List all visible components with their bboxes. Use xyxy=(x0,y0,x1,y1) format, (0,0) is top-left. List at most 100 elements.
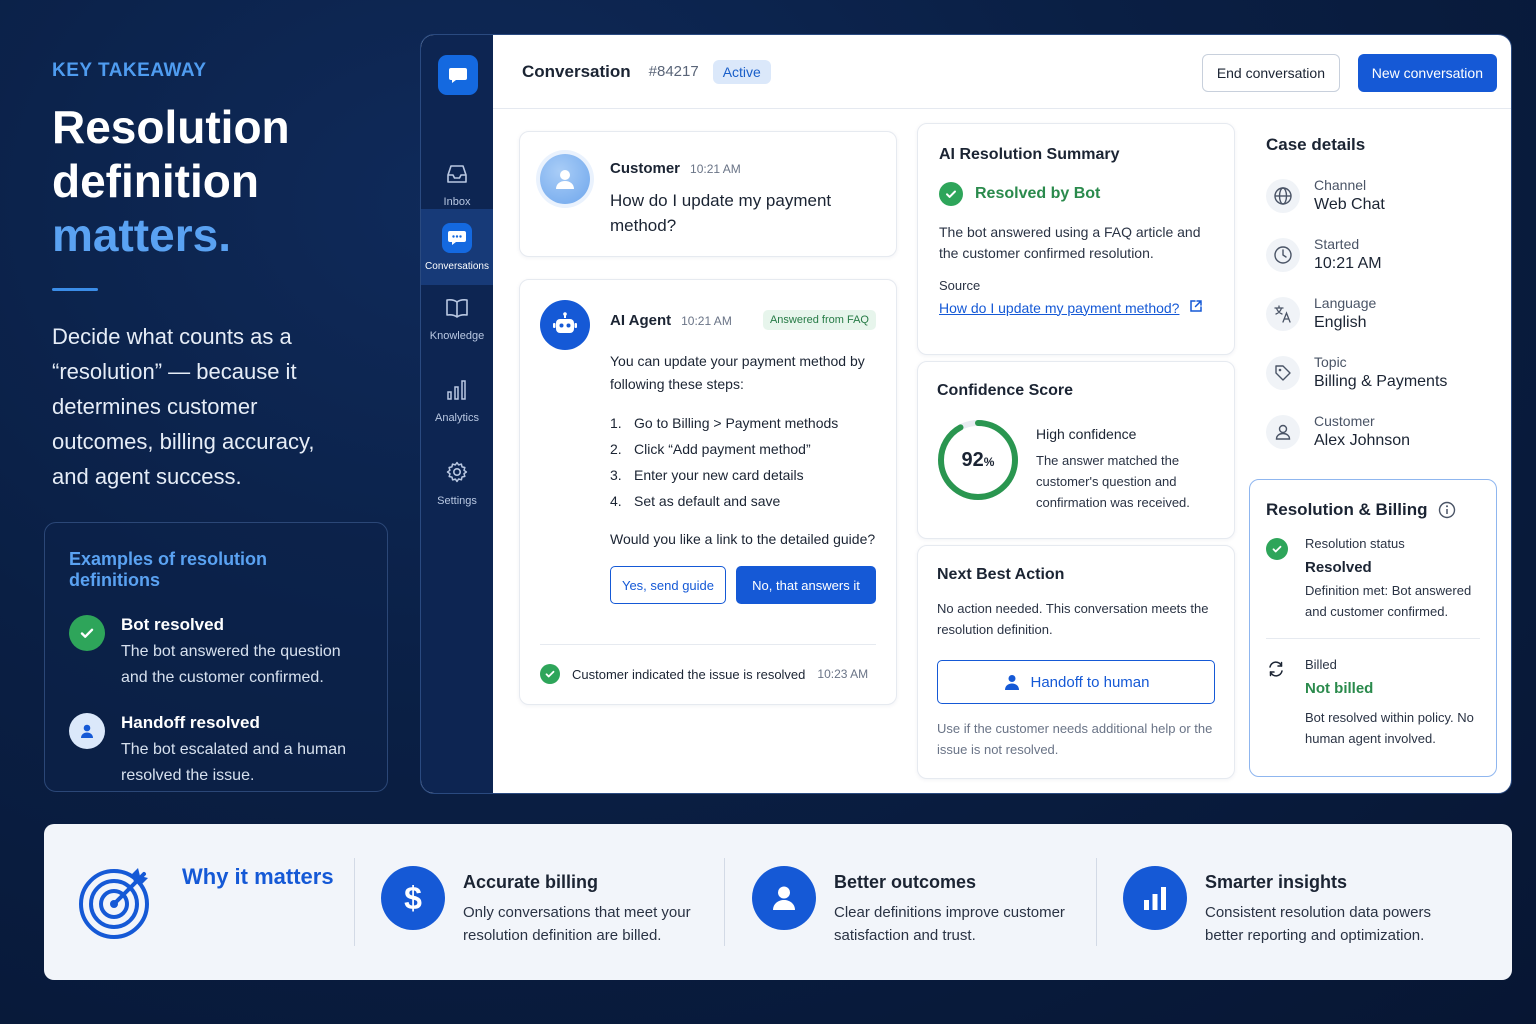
svg-text:$: $ xyxy=(404,881,422,915)
next-action-help: Use if the customer needs additional hel… xyxy=(937,721,1213,757)
faq-badge: Answered from FAQ xyxy=(762,310,876,330)
handoff-button[interactable]: Handoff to human xyxy=(937,660,1215,704)
lead-text: Decide what counts as a “resolution” — b… xyxy=(52,324,315,489)
bar-chart-icon xyxy=(1123,866,1187,930)
agent-message-body: You can update your payment method by fo… xyxy=(610,350,880,551)
divider xyxy=(724,858,725,946)
book-icon xyxy=(444,297,470,322)
message-text: How do I update my payment method? xyxy=(610,191,832,235)
end-conversation-button[interactable]: End conversation xyxy=(1201,54,1340,92)
topbar: Conversation #84217 Active End conversat… xyxy=(493,35,1511,109)
dollar-icon: $ xyxy=(381,866,445,930)
nav-label: Inbox xyxy=(443,195,471,208)
list-item: 2. Click “Add payment method” xyxy=(610,441,811,457)
examples-card: Examples of resolution definitions Bot r… xyxy=(44,522,388,792)
next-action-text: No action needed. This conversation meet… xyxy=(937,601,1209,637)
resolution-billing-card: Resolution & Billing Resolution status R… xyxy=(1249,479,1497,777)
chat-bubble-icon xyxy=(449,68,467,83)
confidence-value: 92% xyxy=(961,448,995,471)
case-row-customer: Customer Alex Johnson xyxy=(1266,413,1496,450)
translate-icon xyxy=(1266,296,1300,331)
case-row-topic: Topic Billing & Payments xyxy=(1266,354,1496,391)
person-icon xyxy=(69,713,105,749)
page-title: Conversation xyxy=(522,61,631,81)
bar-chart-icon xyxy=(445,379,469,404)
target-icon xyxy=(79,868,149,939)
example-desc: The bot escalated and a human resolved t… xyxy=(121,741,347,784)
person-icon xyxy=(556,170,574,189)
next-action-card: Next Best Action No action needed. This … xyxy=(917,545,1235,779)
source-label: Source xyxy=(939,278,981,293)
list-item: 3. Enter your new card details xyxy=(610,467,804,483)
headline: Resolution definition matters. xyxy=(52,100,392,262)
feature-accurate-billing: $ Accurate billing Only conversations tha… xyxy=(381,866,713,947)
sender-name: AI Agent xyxy=(610,312,672,329)
resolved-status: Resolved by Bot xyxy=(939,182,1213,206)
inbox-icon xyxy=(445,163,469,188)
section-title: AI Resolution Summary xyxy=(939,146,1120,163)
example-item: Bot resolved The bot answered the questi… xyxy=(69,615,363,691)
headline-line-2: definition xyxy=(52,155,259,207)
section-title: Case details xyxy=(1266,135,1366,154)
list-item: 4. Set as default and save xyxy=(610,493,781,509)
example-desc: The bot answered the question and the cu… xyxy=(121,643,341,686)
section-title: Confidence Score xyxy=(937,382,1074,399)
person-icon xyxy=(1266,414,1300,449)
nav-label: Settings xyxy=(437,494,477,507)
gear-icon xyxy=(445,460,469,487)
person-icon xyxy=(1003,673,1021,691)
nav-label: Analytics xyxy=(434,411,480,424)
section-title: Resolution & Billing xyxy=(1266,500,1480,520)
nav-item-analytics[interactable]: Analytics xyxy=(421,363,493,439)
nav-label: Conversations xyxy=(425,260,489,272)
customer-message: Customer 10:21 AM How do I update my paym… xyxy=(519,131,897,257)
external-link-icon[interactable] xyxy=(1189,299,1203,316)
message-time: 10:21 AM xyxy=(690,162,741,176)
check-icon xyxy=(1266,538,1288,622)
ticket-id: #84217 xyxy=(648,63,699,80)
example-title: Handoff resolved xyxy=(121,713,260,732)
billing-cycle-icon xyxy=(1266,659,1288,749)
sender-name: Customer xyxy=(610,160,681,177)
divider xyxy=(1096,858,1097,946)
check-icon xyxy=(69,615,105,651)
list-item: 1. Go to Billing > Payment methods xyxy=(610,415,839,431)
confidence-card: Confidence Score 92% High confidence The… xyxy=(917,361,1235,539)
case-row-language: Language English xyxy=(1266,295,1496,332)
message-header: Customer 10:21 AM xyxy=(610,160,741,177)
example-item: Handoff resolved The bot escalated and a… xyxy=(69,713,363,789)
nav-item-knowledge[interactable]: Knowledge xyxy=(421,281,493,357)
nav-item-settings[interactable]: Settings xyxy=(421,445,493,521)
divider xyxy=(354,858,355,946)
tag-icon xyxy=(1266,355,1300,390)
divider xyxy=(52,288,98,291)
confidence-desc: The answer matched the customer's questi… xyxy=(1036,453,1190,510)
billed-row: Billed Not billed Bot resolved within po… xyxy=(1266,657,1480,749)
check-icon xyxy=(540,664,560,684)
why-section: Why it matters xyxy=(78,864,334,940)
confidence-level: High confidence xyxy=(1036,426,1137,442)
section-title: Next Best Action xyxy=(937,566,1065,583)
app-window: Inbox Conversations Knowledge Analytics … xyxy=(420,34,1512,794)
steps-list: 1. Go to Billing > Payment methods 2. Clic… xyxy=(610,410,880,514)
nav-item-conversations[interactable]: Conversations xyxy=(421,209,493,285)
case-details: Case details Channel Web Chat Started 10:2… xyxy=(1266,135,1496,450)
headline-accent: matters. xyxy=(52,209,231,261)
new-conversation-button[interactable]: New conversation xyxy=(1357,54,1497,92)
app-logo[interactable] xyxy=(438,55,478,95)
headline-line-1: Resolution xyxy=(52,101,290,153)
robot-icon xyxy=(553,312,577,333)
examples-title: Examples of resolution definitions xyxy=(69,549,268,590)
resolution-status-row: Resolution status Resolved Definition me… xyxy=(1266,536,1480,622)
answered-button[interactable]: No, that answers it xyxy=(736,566,876,604)
send-guide-button[interactable]: Yes, send guide xyxy=(610,566,726,604)
customer-avatar xyxy=(540,154,590,204)
feature-better-outcomes: Better outcomes Clear definitions improve… xyxy=(752,866,1084,947)
status-badge: Active xyxy=(712,59,771,84)
message-time: 10:21 AM xyxy=(681,314,732,328)
globe-icon xyxy=(1266,178,1300,213)
check-icon xyxy=(939,182,963,206)
source-link[interactable]: How do I update my payment method? xyxy=(939,299,1213,316)
divider xyxy=(540,644,876,645)
info-icon[interactable] xyxy=(1438,501,1456,519)
